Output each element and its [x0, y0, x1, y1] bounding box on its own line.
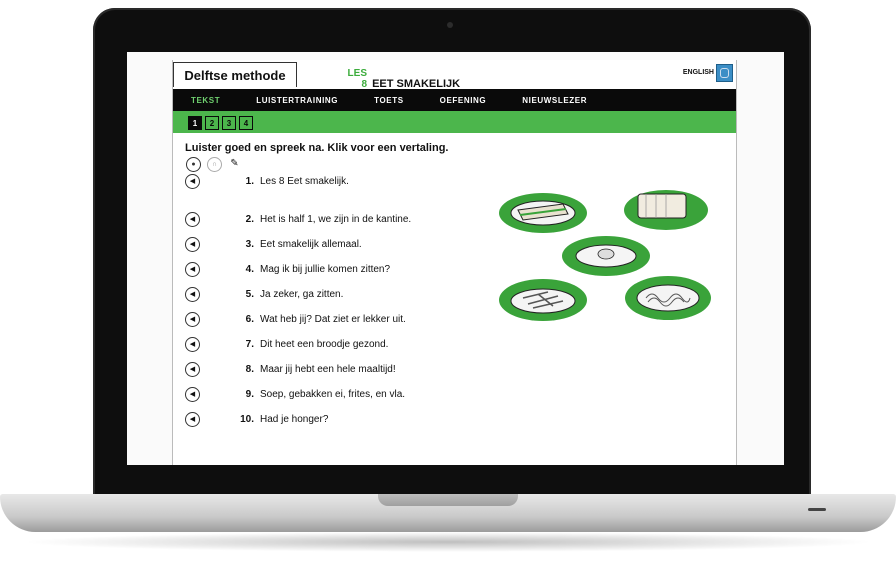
- dialogue-line[interactable]: ◀ 4. Mag ik bij jullie komen zitten?: [185, 261, 390, 277]
- page-button-4[interactable]: 4: [239, 116, 253, 130]
- dialogue-line[interactable]: ◀ 8. Maar jij hebt een hele maaltijd!: [185, 361, 396, 377]
- line-number: 3.: [245, 238, 254, 250]
- dialogue-line[interactable]: ◀ 1. Les 8 Eet smakelijk.: [185, 173, 349, 189]
- line-number: 10.: [240, 413, 254, 425]
- nav-tab-toets[interactable]: TOETS: [374, 96, 404, 105]
- lesson-number: LES 8: [347, 68, 367, 90]
- laptop-notch: [378, 494, 518, 506]
- line-text[interactable]: Mag ik bij jullie komen zitten?: [260, 264, 390, 275]
- line-text[interactable]: Eet smakelijk allemaal.: [260, 239, 362, 250]
- english-link[interactable]: ENGLISH: [683, 69, 714, 76]
- dialogue-line[interactable]: ◀ 3. Eet smakelijk allemaal.: [185, 236, 362, 252]
- speaker-icon[interactable]: ◀: [185, 236, 200, 252]
- nav-tab-nieuwslezer[interactable]: NIEUWSLEZER: [522, 96, 587, 105]
- egg-plate-illustration: [562, 236, 650, 276]
- brand-tab[interactable]: Delftse methode: [173, 62, 297, 87]
- laptop-screen: Delftse methode LES 8 EET SMAKELIJK ENGL…: [127, 52, 784, 465]
- line-number: 7.: [245, 338, 254, 350]
- nav-tab-tekst[interactable]: TEKST: [191, 96, 220, 105]
- status-led: [808, 508, 826, 511]
- food-illustration: [499, 190, 711, 321]
- line-number: 1.: [245, 175, 254, 187]
- page-button-3[interactable]: 3: [222, 116, 236, 130]
- line-text[interactable]: Ja zeker, ga zitten.: [260, 289, 343, 300]
- dialogue-line[interactable]: ◀ 6. Wat heb jij? Dat ziet er lekker uit…: [185, 311, 406, 327]
- laptop-base: [0, 494, 896, 532]
- speaker-icon[interactable]: ◀: [185, 173, 200, 189]
- laptop-lid: Delftse methode LES 8 EET SMAKELIJK ENGL…: [93, 8, 811, 496]
- instruction-text: Luister goed en spreek na. Klik voor een…: [185, 142, 449, 154]
- lesson-title: LES 8 EET SMAKELIJK: [313, 68, 461, 90]
- speaker-icon[interactable]: ◀: [185, 336, 200, 352]
- line-number: 6.: [245, 313, 254, 325]
- sandwich-plate-illustration: [499, 193, 587, 233]
- dialogue-line[interactable]: ◀ 9. Soep, gebakken ei, frites, en vla.: [185, 386, 405, 402]
- wrench-icon[interactable]: ✎: [228, 157, 241, 170]
- line-text[interactable]: Soep, gebakken ei, frites, en vla.: [260, 389, 405, 400]
- webcam: [447, 22, 453, 28]
- speaker-icon[interactable]: ◀: [185, 261, 200, 277]
- dialogue-line[interactable]: ◀ 7. Dit heet een broodje gezond.: [185, 336, 388, 352]
- line-text[interactable]: Dit heet een broodje gezond.: [260, 339, 388, 350]
- dialogue-line[interactable]: ◀ 2. Het is half 1, we zijn in de kantin…: [185, 211, 411, 227]
- speaker-icon[interactable]: ◀: [185, 286, 200, 302]
- fries-plate-illustration: [499, 279, 587, 321]
- speaker-icon[interactable]: ◀: [185, 211, 200, 227]
- line-text[interactable]: Had je honger?: [260, 414, 328, 425]
- page-button-2[interactable]: 2: [205, 116, 219, 130]
- nav-tab-oefening[interactable]: OEFENING: [440, 96, 487, 105]
- speaker-icon[interactable]: ◀: [185, 411, 200, 427]
- tool-row: ● ∩ ✎: [186, 157, 241, 172]
- line-text[interactable]: Les 8 Eet smakelijk.: [260, 176, 349, 187]
- line-number: 4.: [245, 263, 254, 275]
- app-window: Delftse methode LES 8 EET SMAKELIJK ENGL…: [172, 60, 737, 465]
- main-nav: TEKST LUISTERTRAINING TOETS OEFENING NIE…: [173, 89, 736, 111]
- laptop-shadow: [20, 532, 876, 552]
- dialogue-line[interactable]: ◀ 10. Had je honger?: [185, 411, 328, 427]
- bread-plate-illustration: [624, 190, 708, 230]
- speaker-icon[interactable]: ◀: [185, 311, 200, 327]
- dialogue-line[interactable]: ◀ 5. Ja zeker, ga zitten.: [185, 286, 343, 302]
- headphones-icon[interactable]: ∩: [207, 157, 222, 172]
- speaker-icon[interactable]: ◀: [185, 386, 200, 402]
- line-text[interactable]: Wat heb jij? Dat ziet er lekker uit.: [260, 314, 406, 325]
- app-header: Delftse methode LES 8 EET SMAKELIJK ENGL…: [173, 60, 736, 90]
- line-number: 9.: [245, 388, 254, 400]
- spaghetti-plate-illustration: [625, 276, 711, 320]
- line-number: 8.: [245, 363, 254, 375]
- line-number: 2.: [245, 213, 254, 225]
- page-button-1[interactable]: 1: [188, 116, 202, 130]
- line-text[interactable]: Het is half 1, we zijn in de kantine.: [260, 214, 411, 225]
- line-text[interactable]: Maar jij hebt een hele maaltijd!: [260, 364, 396, 375]
- nav-tab-luistertraining[interactable]: LUISTERTRAINING: [256, 96, 338, 105]
- speaker-icon[interactable]: ◀: [185, 361, 200, 377]
- page-selector-bar: 1 2 3 4: [173, 111, 736, 133]
- line-number: 5.: [245, 288, 254, 300]
- language-flag-icon[interactable]: [716, 64, 733, 82]
- microphone-icon[interactable]: ●: [186, 157, 201, 172]
